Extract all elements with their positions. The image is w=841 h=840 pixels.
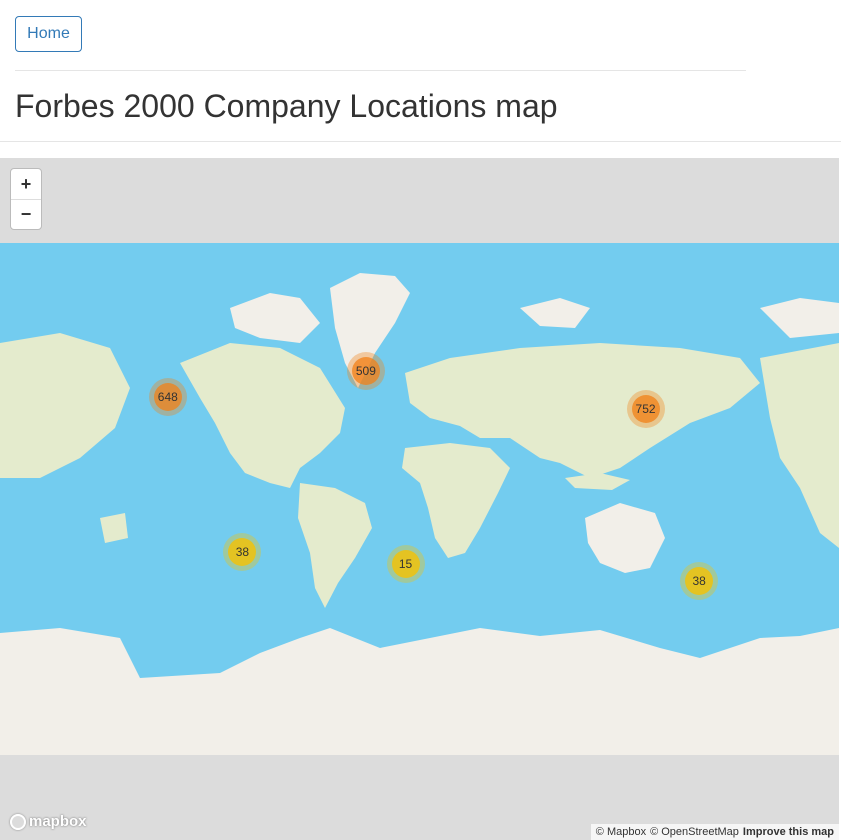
attribution-mapbox-link[interactable]: © Mapbox — [596, 826, 646, 838]
cluster-count: 38 — [685, 566, 714, 595]
zoom-out-button[interactable]: − — [11, 199, 41, 229]
cluster-count: 509 — [351, 357, 380, 386]
mapbox-logo-text: mapbox — [29, 813, 87, 830]
cluster-count: 648 — [153, 383, 182, 412]
zoom-control: + − — [10, 168, 42, 230]
cluster-marker[interactable]: 648 — [148, 378, 187, 417]
attribution: © Mapbox © OpenStreetMap Improve this ma… — [590, 824, 839, 840]
mapbox-logo-icon — [10, 813, 26, 830]
world-map[interactable]: + − 648 509 752 38 15 38 mapbox © Mapbox © Op… — [0, 158, 839, 840]
divider — [15, 70, 746, 71]
mapbox-logo[interactable]: mapbox — [10, 813, 87, 830]
attribution-osm-link[interactable]: © OpenStreetMap — [650, 826, 739, 838]
cluster-count: 752 — [631, 394, 660, 423]
home-button[interactable]: Home — [15, 16, 82, 52]
map-tiles[interactable] — [0, 158, 839, 840]
improve-map-link[interactable]: Improve this map — [743, 826, 834, 838]
cluster-count: 15 — [391, 550, 420, 579]
divider — [0, 141, 841, 142]
zoom-in-button[interactable]: + — [11, 169, 41, 199]
cluster-marker[interactable]: 38 — [223, 532, 262, 571]
cluster-marker[interactable]: 38 — [680, 561, 719, 600]
cluster-marker[interactable]: 752 — [626, 389, 665, 428]
cluster-marker[interactable]: 15 — [386, 545, 425, 584]
cluster-marker[interactable]: 509 — [346, 352, 385, 391]
page-title: Forbes 2000 Company Locations map — [15, 88, 558, 124]
cluster-count: 38 — [228, 537, 257, 566]
